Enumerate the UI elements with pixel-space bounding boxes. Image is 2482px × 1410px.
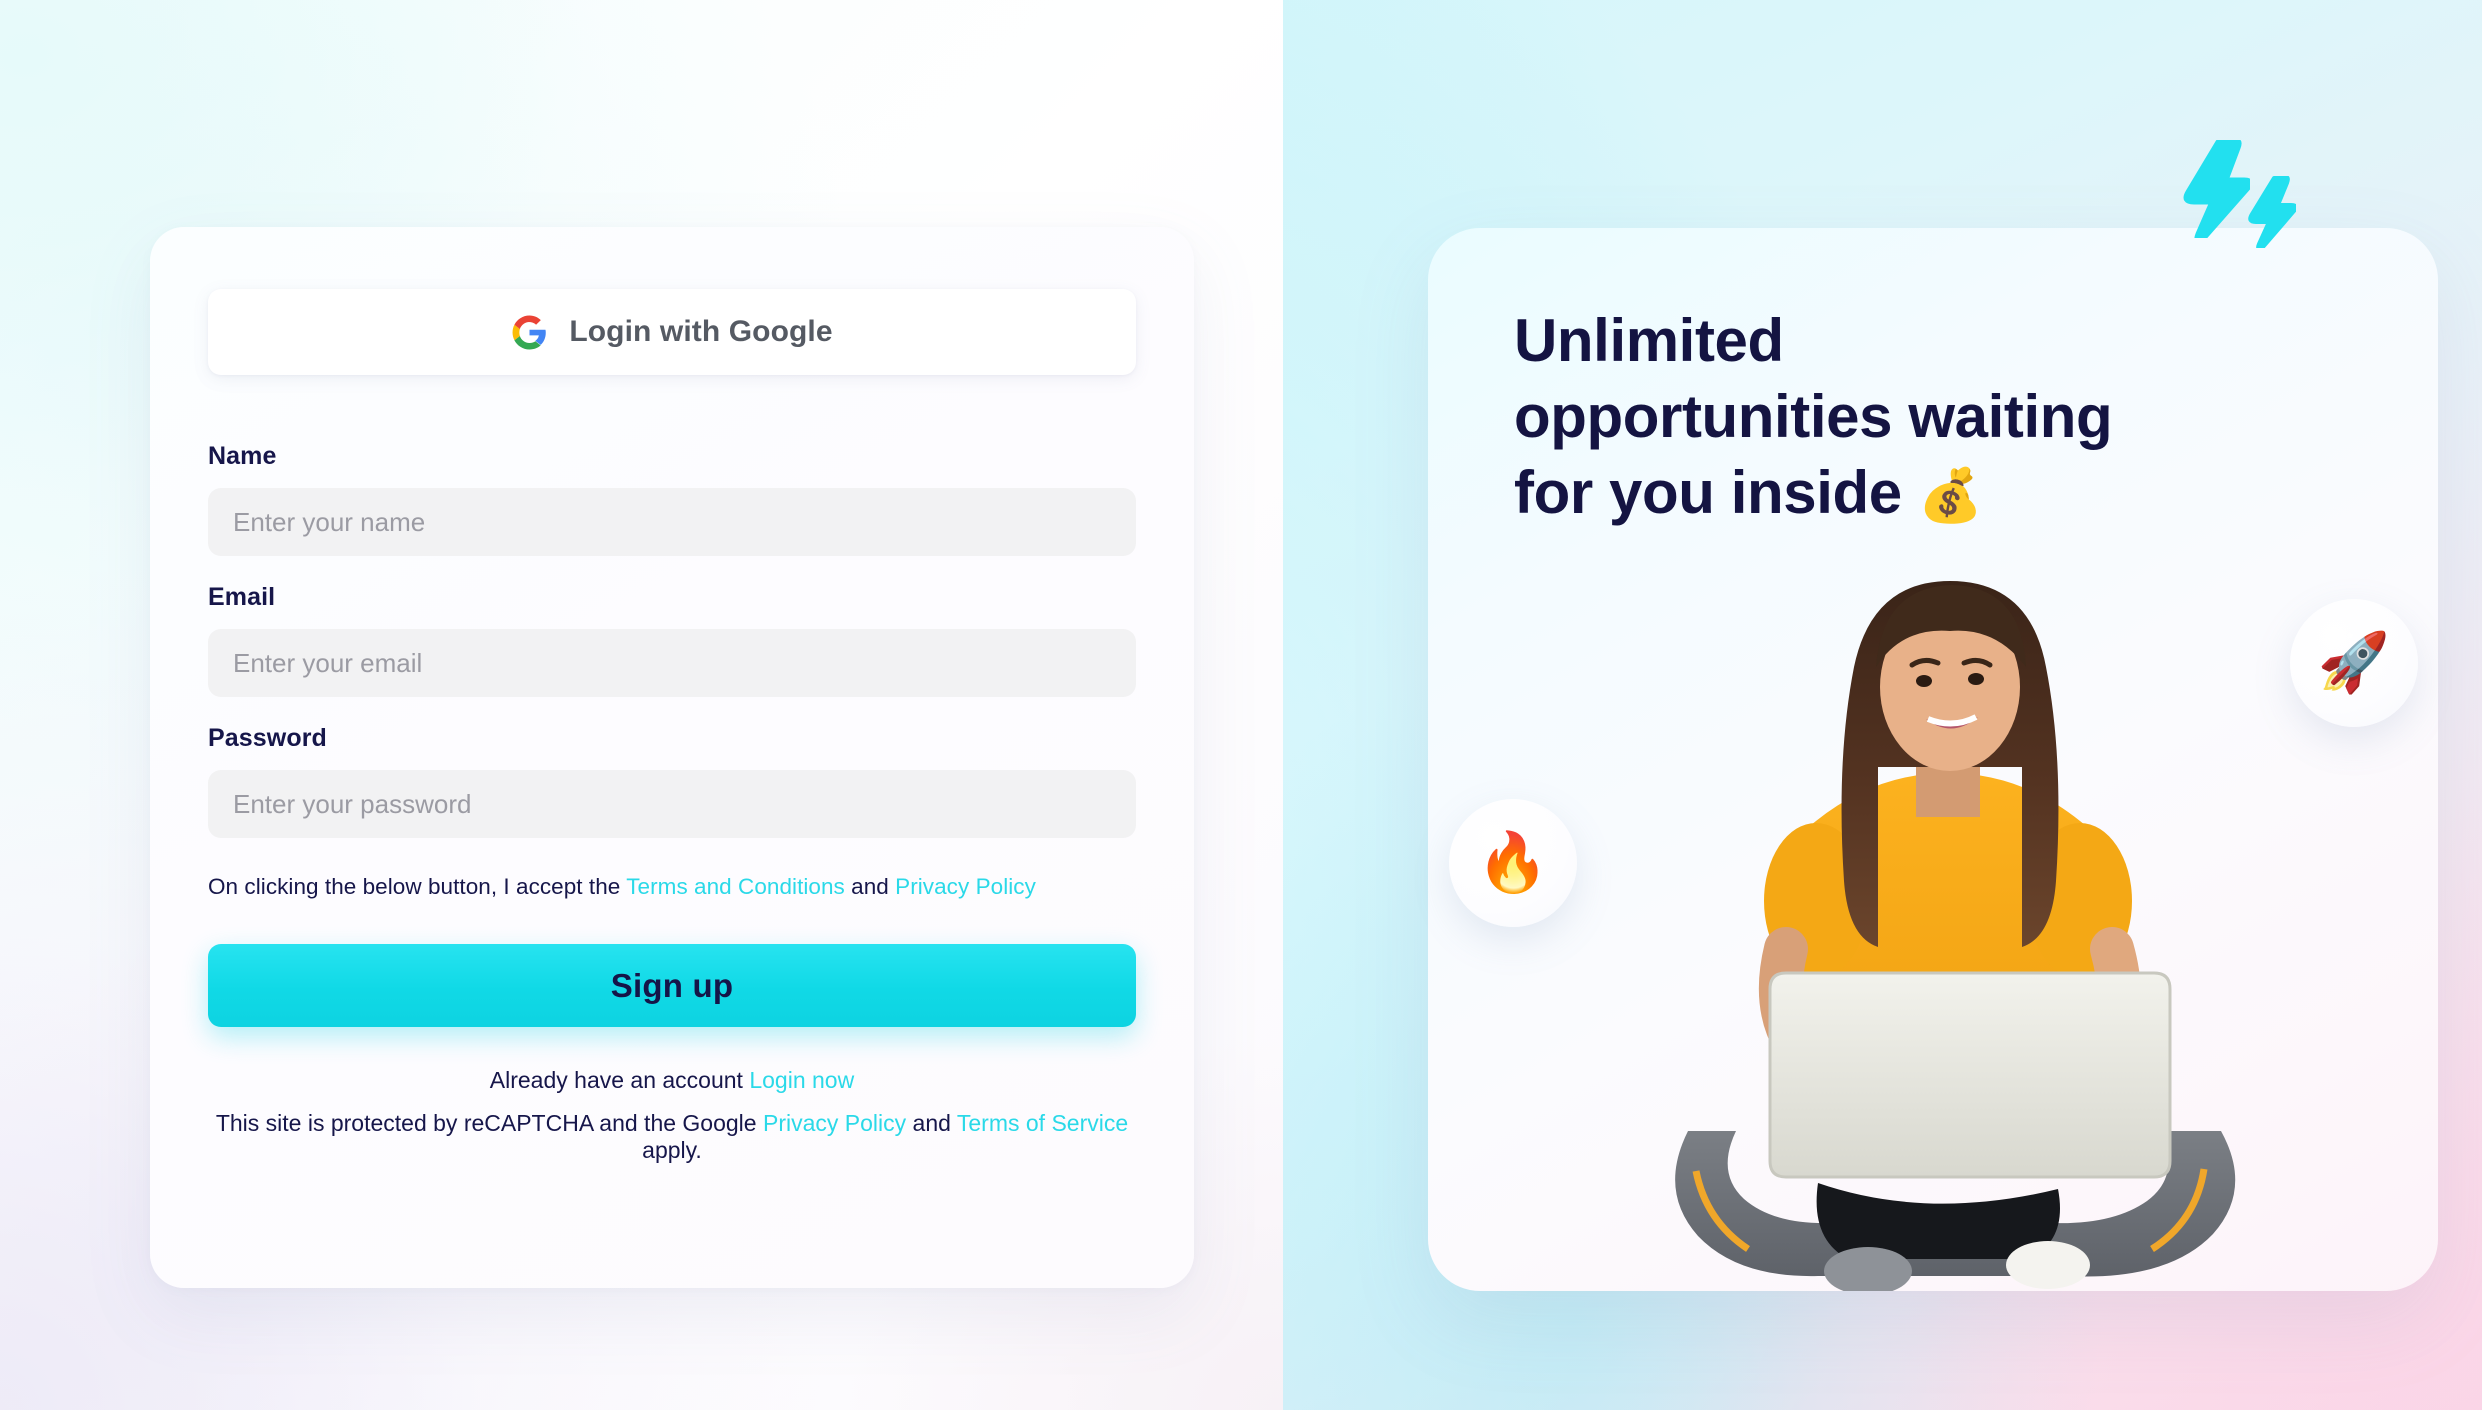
lightning-bolt-large-icon — [2183, 140, 2250, 238]
login-with-google-button[interactable]: Login with Google — [208, 289, 1136, 375]
google-button-label: Login with Google — [569, 315, 833, 348]
sock-right — [2006, 1241, 2090, 1289]
password-field-group: Password — [208, 724, 1136, 838]
fire-icon: 🔥 — [1476, 830, 1550, 895]
name-label: Name — [208, 442, 277, 470]
eye-right — [1968, 673, 1984, 685]
money-bag-icon: 💰 — [1918, 467, 1983, 526]
recaptcha-conjunction: and — [906, 1110, 957, 1136]
password-label: Password — [208, 724, 327, 752]
password-input[interactable] — [208, 770, 1136, 838]
terms-acceptance-text: On clicking the below button, I accept t… — [208, 874, 1136, 900]
already-have-account-text: Already have an account Login now — [208, 1067, 1136, 1094]
form-panel: Login with Google Name Email Password On… — [0, 0, 1283, 1410]
email-input[interactable] — [208, 629, 1136, 697]
rocket-badge: 🚀 — [2290, 599, 2418, 727]
promo-headline: Unlimited opportunities waiting for you … — [1514, 303, 2364, 532]
promo-card: Unlimited opportunities waiting for you … — [1428, 228, 2438, 1291]
fire-badge: 🔥 — [1449, 799, 1577, 927]
signup-form-card: Login with Google Name Email Password On… — [150, 227, 1194, 1288]
rocket-icon: 🚀 — [2317, 630, 2391, 695]
headline-line-2: opportunities waiting — [1514, 383, 2113, 451]
terms-prefix: On clicking the below button, I accept t… — [208, 874, 627, 899]
name-field-group: Name — [208, 442, 1136, 556]
name-input[interactable] — [208, 488, 1136, 556]
eye-left — [1916, 675, 1932, 687]
login-now-link[interactable]: Login now — [749, 1067, 854, 1093]
lightning-bolt-small-icon — [2248, 176, 2296, 248]
recaptcha-privacy-policy-link[interactable]: Privacy Policy — [763, 1110, 906, 1136]
headline-line-1: Unlimited — [1514, 307, 1784, 374]
laptop-lid — [1768, 971, 2172, 1179]
recaptcha-terms-of-service-link[interactable]: Terms of Service — [957, 1110, 1128, 1136]
signup-page: Login with Google Name Email Password On… — [0, 0, 2482, 1410]
sign-up-button[interactable]: Sign up — [208, 944, 1136, 1027]
google-g-icon — [512, 315, 547, 349]
privacy-policy-link[interactable]: Privacy Policy — [895, 874, 1036, 899]
terms-and-conditions-link[interactable]: Terms and Conditions — [626, 874, 845, 899]
recaptcha-notice: This site is protected by reCAPTCHA and … — [208, 1110, 1136, 1164]
recaptcha-suffix: apply. — [642, 1137, 702, 1163]
headline-line-3: for you inside — [1514, 459, 1902, 527]
promo-panel: Unlimited opportunities waiting for you … — [1283, 0, 2482, 1410]
terms-conjunction: and — [844, 874, 896, 899]
recaptcha-prefix: This site is protected by reCAPTCHA and … — [215, 1110, 763, 1136]
already-account-label: Already have an account — [489, 1067, 750, 1093]
email-field-group: Email — [208, 583, 1136, 697]
email-label: Email — [208, 583, 276, 611]
woman-with-laptop-illustration — [1675, 581, 2236, 1291]
